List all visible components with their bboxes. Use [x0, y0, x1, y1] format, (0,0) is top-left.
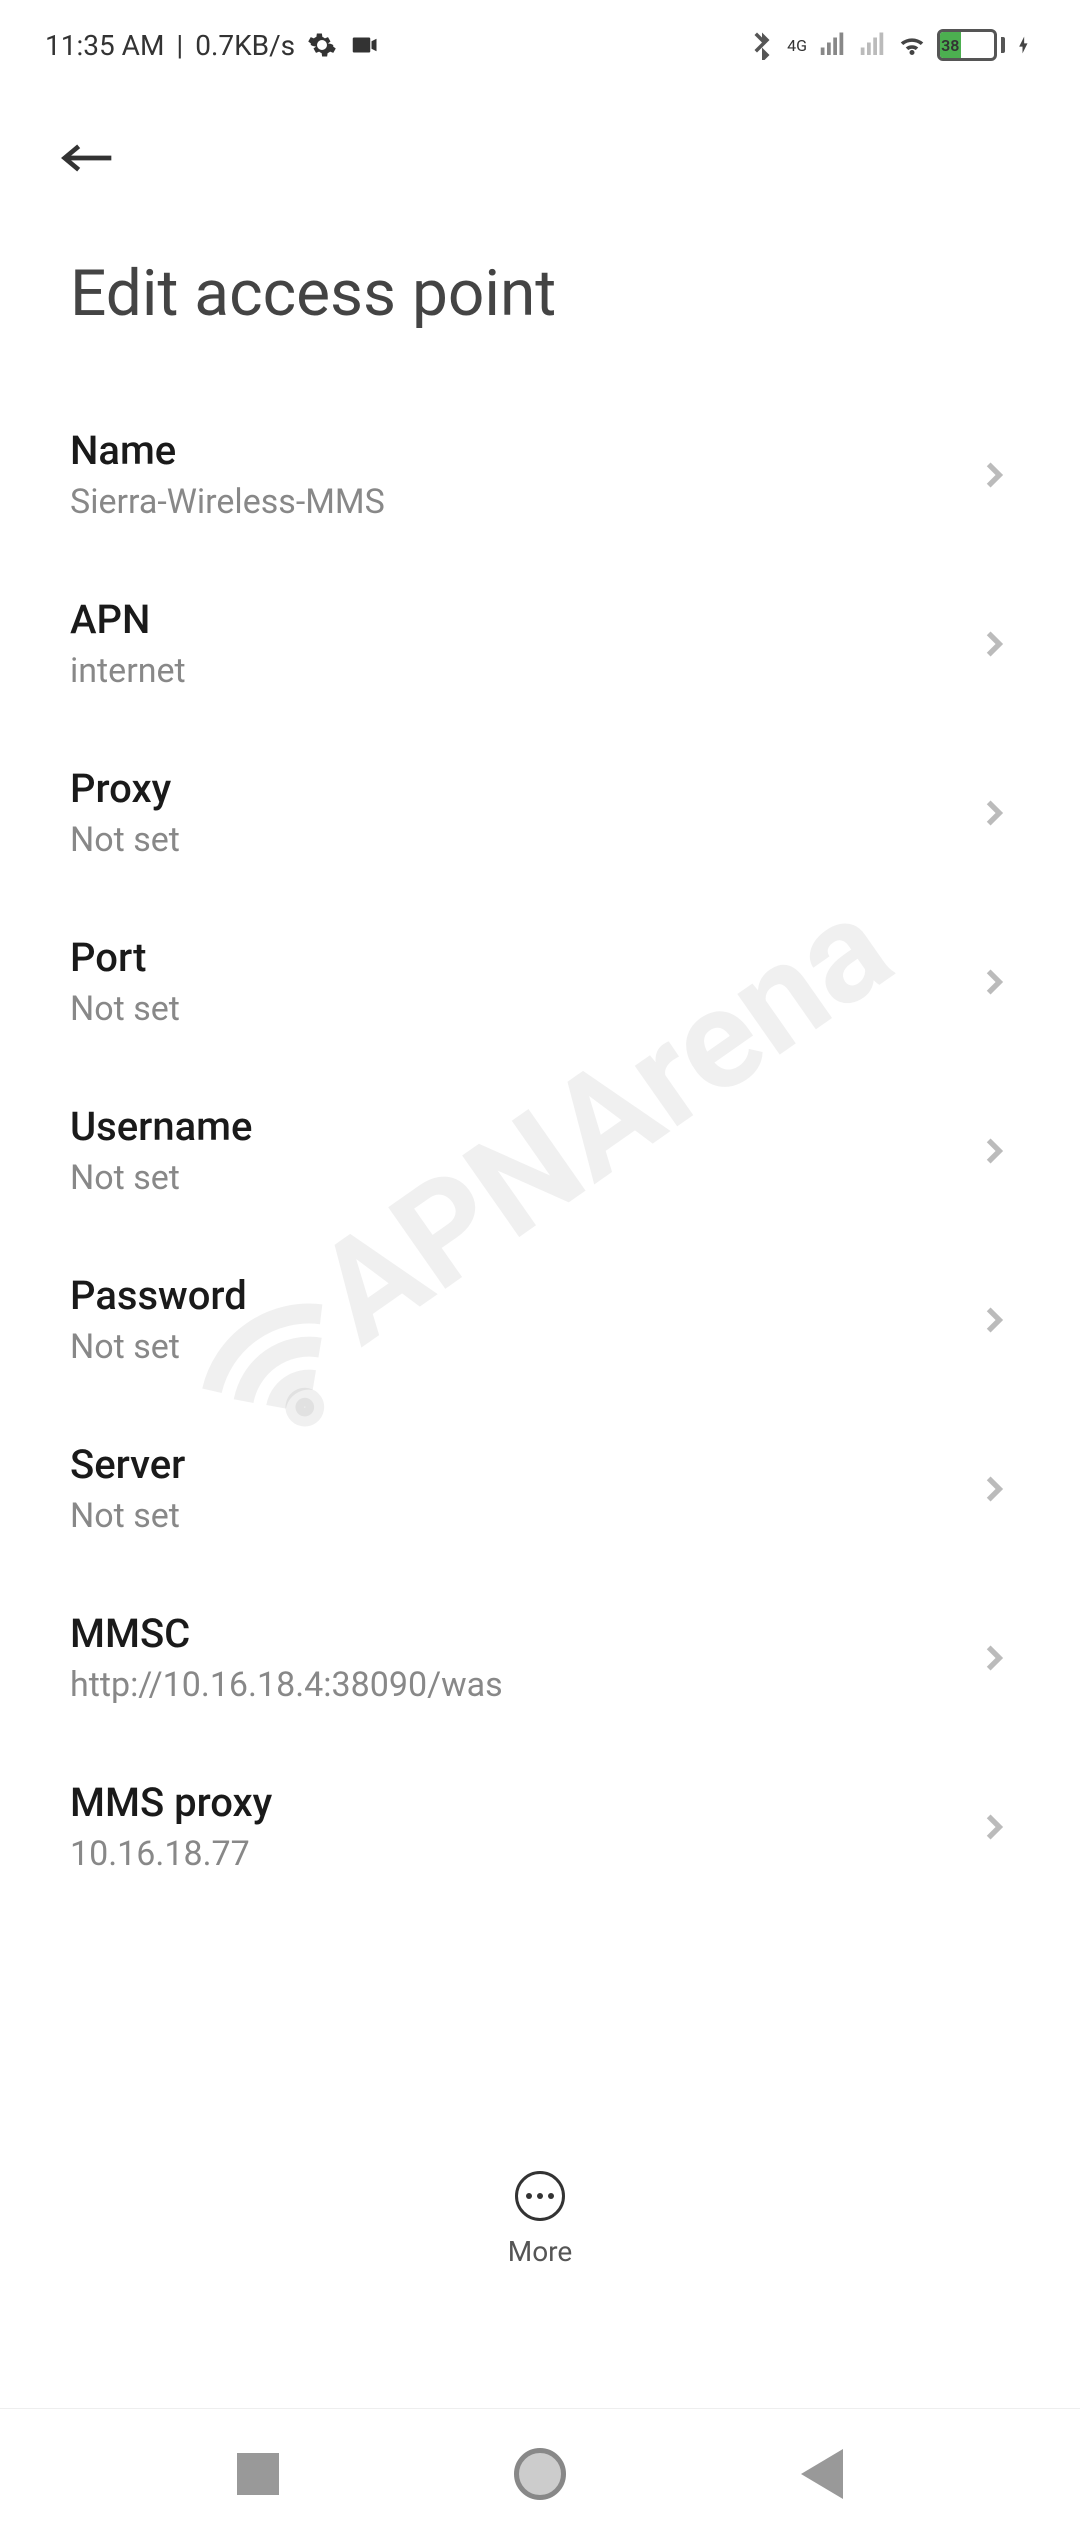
setting-name[interactable]: Name Sierra-Wireless-MMS: [0, 391, 1080, 560]
setting-value: 10.16.18.77: [70, 1834, 978, 1874]
setting-label: Server: [70, 1441, 978, 1488]
setting-value: http://10.16.18.4:38090/was: [70, 1665, 978, 1705]
nav-back-button[interactable]: [801, 2449, 843, 2499]
chevron-right-icon: [978, 459, 1010, 491]
settings-list: Name Sierra-Wireless-MMS APN internet Pr…: [0, 391, 1080, 2311]
charging-icon: [1015, 30, 1035, 60]
setting-proxy[interactable]: Proxy Not set: [0, 729, 1080, 898]
setting-label: Proxy: [70, 765, 978, 812]
setting-username[interactable]: Username Not set: [0, 1067, 1080, 1236]
status-time: 11:35 AM: [45, 29, 164, 62]
more-label: More: [508, 2235, 573, 2268]
page-title: Edit access point: [0, 216, 1080, 391]
chevron-right-icon: [978, 1473, 1010, 1505]
setting-server[interactable]: Server Not set: [0, 1405, 1080, 1574]
setting-label: MMS proxy: [70, 1779, 978, 1826]
setting-value: Not set: [70, 989, 978, 1029]
setting-value: Not set: [70, 1327, 978, 1367]
nav-recent-button[interactable]: [237, 2453, 279, 2495]
setting-port[interactable]: Port Not set: [0, 898, 1080, 1067]
back-arrow-icon[interactable]: [60, 130, 116, 186]
status-bar: 11:35 AM | 0.7KB/s 4G 38: [0, 0, 1080, 90]
setting-value: internet: [70, 651, 978, 691]
setting-value: Sierra-Wireless-MMS: [70, 482, 978, 522]
chevron-right-icon: [978, 797, 1010, 829]
setting-value: Not set: [70, 820, 978, 860]
signal-1-icon: [817, 30, 847, 60]
nav-bar: [0, 2408, 1080, 2538]
status-speed: 0.7KB/s: [195, 29, 295, 62]
setting-value: Not set: [70, 1158, 978, 1198]
chevron-right-icon: [978, 1304, 1010, 1336]
setting-apn[interactable]: APN internet: [0, 560, 1080, 729]
setting-label: MMSC: [70, 1610, 978, 1657]
chevron-right-icon: [978, 1642, 1010, 1674]
setting-password[interactable]: Password Not set: [0, 1236, 1080, 1405]
setting-label: Port: [70, 934, 978, 981]
footer-bar: More: [0, 2171, 1080, 2268]
setting-label: Password: [70, 1272, 978, 1319]
chevron-right-icon: [978, 1811, 1010, 1843]
bluetooth-icon: [747, 30, 777, 60]
signal-2-icon: [857, 30, 887, 60]
chevron-right-icon: [978, 1135, 1010, 1167]
setting-mms-proxy[interactable]: MMS proxy 10.16.18.77: [0, 1743, 1080, 1912]
more-button[interactable]: [515, 2171, 565, 2221]
setting-label: APN: [70, 596, 978, 643]
setting-label: Name: [70, 427, 978, 474]
setting-mmsc[interactable]: MMSC http://10.16.18.4:38090/was: [0, 1574, 1080, 1743]
chevron-right-icon: [978, 966, 1010, 998]
header: [0, 90, 1080, 216]
nav-home-button[interactable]: [514, 2448, 566, 2500]
setting-label: Username: [70, 1103, 978, 1150]
setting-value: Not set: [70, 1496, 978, 1536]
gear-icon: [307, 30, 337, 60]
battery-indicator: 38: [937, 29, 1005, 61]
chevron-right-icon: [978, 628, 1010, 660]
camera-icon: [349, 30, 379, 60]
signal-type: 4G: [787, 36, 807, 55]
wifi-icon: [897, 30, 927, 60]
